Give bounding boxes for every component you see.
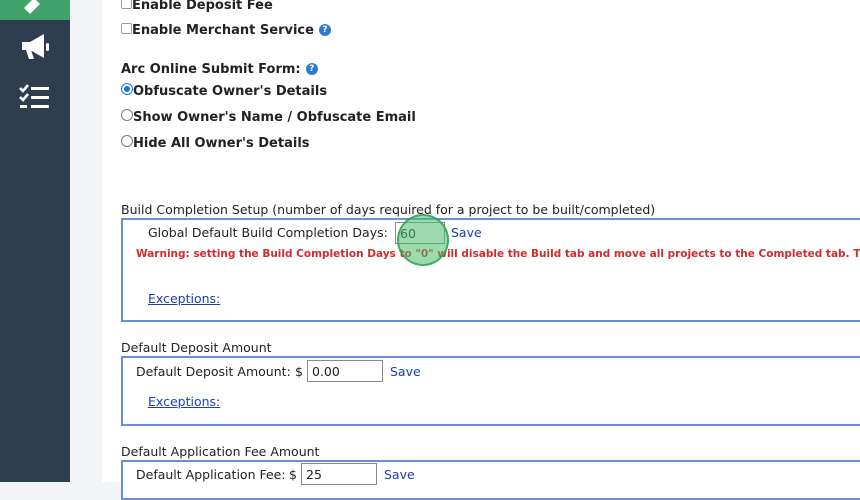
question-circle-icon[interactable]: ? [305, 62, 318, 75]
deposit-currency-symbol: $ [295, 364, 303, 379]
radio-button[interactable] [121, 83, 133, 95]
content-gutter [70, 0, 102, 482]
build-days-label: Global Default Build Completion Days: [148, 225, 388, 240]
sidebar-item-edit[interactable] [0, 0, 70, 20]
deposit-fee-row: Enable Deposit Fee [121, 0, 273, 13]
build-warning-text: Warning: setting the Build Completion Da… [136, 248, 860, 260]
deposit-fee-label: Enable Deposit Fee [132, 0, 273, 13]
submit-form-heading: Arc Online Submit Form: ? [121, 58, 318, 77]
radio-label: Show Owner's Name / Obfuscate Email [133, 110, 416, 125]
sidebar [0, 0, 70, 482]
deposit-exceptions-link[interactable]: Exceptions: [148, 394, 220, 409]
radio-label: Hide All Owner's Details [133, 136, 310, 151]
radio-button[interactable] [121, 135, 133, 147]
submit-form-title: Arc Online Submit Form: [121, 62, 301, 77]
sidebar-item-announcements[interactable] [17, 31, 53, 63]
radio-label: Obfuscate Owner's Details [133, 84, 328, 99]
merchant-service-checkbox[interactable] [121, 23, 132, 34]
megaphone-icon [22, 34, 49, 59]
radio-show-owner-name[interactable]: Show Owner's Name / Obfuscate Email [121, 106, 416, 125]
radio-button[interactable] [121, 109, 133, 121]
application-fee-label: Default Application Fee: [136, 467, 286, 482]
build-save-link[interactable]: Save [451, 225, 482, 240]
deposit-amount-label: Default Deposit Amount: [136, 364, 291, 379]
application-currency-symbol: $ [289, 467, 297, 482]
edit-icon [24, 0, 40, 14]
deposit-fee-checkbox[interactable] [121, 0, 132, 9]
build-completion-title: Build Completion Setup (number of days r… [121, 202, 656, 217]
deposit-amount-box: Default Deposit Amount: $ Save Exception… [121, 356, 860, 426]
settings-panel: Enable Deposit Fee Enable Merchant Servi… [102, 0, 860, 500]
radio-obfuscate-owner[interactable]: Obfuscate Owner's Details [121, 80, 327, 99]
merchant-service-row: Enable Merchant Service ? [121, 19, 332, 38]
application-fee-box: Default Application Fee: $ Save [121, 460, 860, 500]
question-circle-icon[interactable]: ? [319, 23, 332, 36]
merchant-service-label: Enable Merchant Service [132, 23, 314, 38]
application-fee-title: Default Application Fee Amount [121, 444, 320, 459]
click-indicator [397, 214, 449, 266]
deposit-amount-input[interactable] [307, 360, 383, 382]
deposit-amount-title: Default Deposit Amount [121, 340, 272, 355]
build-completion-box: Global Default Build Completion Days: Sa… [121, 218, 860, 322]
radio-hide-owner-details[interactable]: Hide All Owner's Details [121, 132, 310, 151]
sidebar-item-tasks[interactable] [17, 82, 53, 114]
build-exceptions-link[interactable]: Exceptions: [148, 291, 220, 306]
checklist-icon [19, 84, 49, 108]
deposit-save-link[interactable]: Save [390, 364, 421, 379]
application-save-link[interactable]: Save [384, 467, 415, 482]
